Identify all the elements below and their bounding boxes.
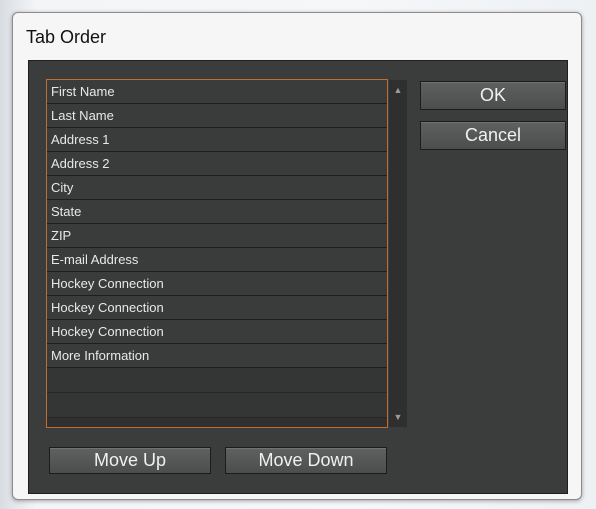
list-item[interactable]: Hockey Connection bbox=[47, 296, 387, 320]
ok-button[interactable]: OK bbox=[420, 81, 566, 110]
list-item[interactable]: Hockey Connection bbox=[47, 272, 387, 296]
list-empty-row bbox=[47, 368, 387, 393]
list-empty-row bbox=[47, 393, 387, 418]
move-down-button[interactable]: Move Down bbox=[225, 447, 387, 474]
list-item[interactable]: Address 2 bbox=[47, 152, 387, 176]
list-item[interactable]: State bbox=[47, 200, 387, 224]
dialog-content-panel: First Name Last Name Address 1 Address 2 Cit… bbox=[28, 60, 568, 494]
list-item[interactable]: City bbox=[47, 176, 387, 200]
list-item[interactable]: First Name bbox=[47, 80, 387, 104]
list-item[interactable]: Hockey Connection bbox=[47, 320, 387, 344]
tab-order-dialog: Tab Order First Name Last Name Address 1 Ad… bbox=[12, 12, 582, 500]
list-item[interactable]: Last Name bbox=[47, 104, 387, 128]
move-up-button[interactable]: Move Up bbox=[49, 447, 211, 474]
list-item[interactable]: ZIP bbox=[47, 224, 387, 248]
cancel-button[interactable]: Cancel bbox=[420, 121, 566, 150]
list-item[interactable]: E-mail Address bbox=[47, 248, 387, 272]
list-scrollbar[interactable]: ▲ ▼ bbox=[389, 80, 407, 427]
dialog-title: Tab Order bbox=[26, 27, 107, 47]
scroll-down-icon[interactable]: ▼ bbox=[389, 409, 407, 425]
list-item[interactable]: Address 1 bbox=[47, 128, 387, 152]
tab-order-list[interactable]: First Name Last Name Address 1 Address 2 Cit… bbox=[46, 79, 388, 428]
scroll-up-icon[interactable]: ▲ bbox=[389, 82, 407, 98]
list-item[interactable]: More Information bbox=[47, 344, 387, 368]
